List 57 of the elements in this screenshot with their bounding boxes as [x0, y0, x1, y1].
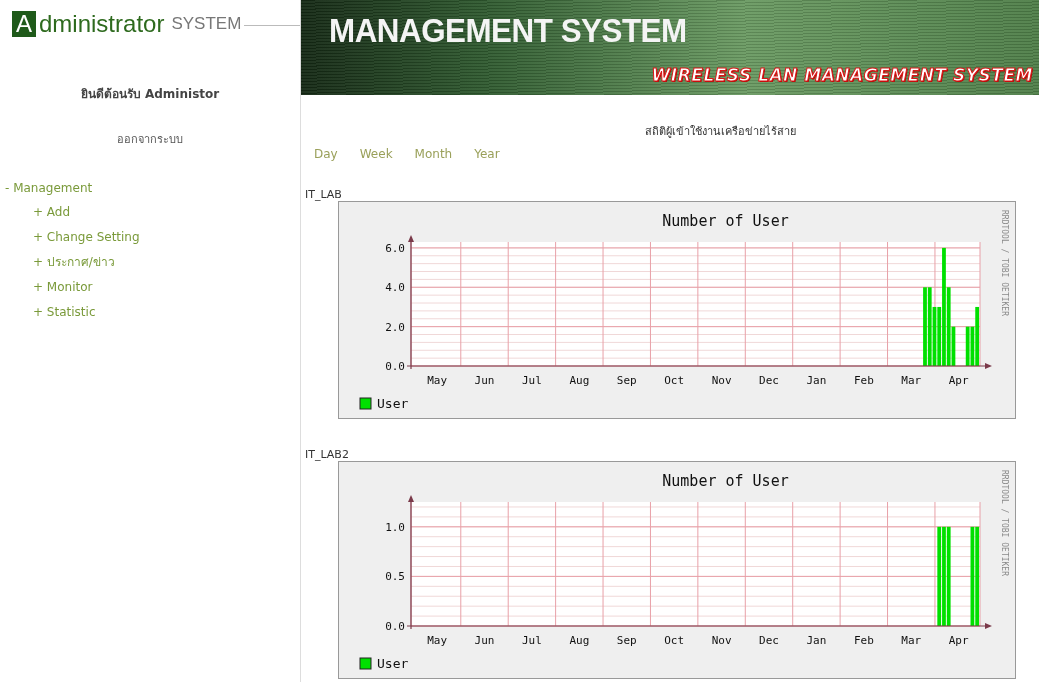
- x-tick-label: Aug: [569, 634, 590, 647]
- y-tick-label: 4.0: [385, 281, 405, 295]
- x-tick-label: Nov: [711, 374, 732, 387]
- period-link[interactable]: Day: [314, 147, 338, 161]
- x-tick-label: Mar: [901, 374, 922, 387]
- x-tick-label: Dec: [759, 634, 779, 647]
- x-tick-label: Aug: [569, 374, 590, 387]
- y-tick-label: 0.0: [385, 620, 405, 633]
- graph-label: IT_LAB2: [305, 449, 350, 461]
- legend-label: User: [377, 656, 409, 671]
- y-tick-label: 6.0: [385, 241, 405, 255]
- x-tick-label: Sep: [616, 374, 637, 387]
- x-tick-label: Jul: [521, 374, 542, 387]
- y-tick-label: 0.0: [385, 360, 405, 373]
- x-tick-label: Jan: [806, 634, 827, 647]
- logout-link[interactable]: ออกจากระบบ: [0, 130, 300, 148]
- x-tick-label: Jul: [521, 634, 542, 647]
- x-tick-label: Jun: [474, 374, 495, 387]
- x-tick-label: Jan: [806, 374, 827, 387]
- x-tick-label: Apr: [948, 634, 969, 647]
- x-tick-label: Sep: [616, 634, 637, 647]
- banner-title: MANAGEMENT SYSTEM: [329, 12, 687, 50]
- x-tick-label: Oct: [664, 374, 685, 387]
- menu-item[interactable]: - Management: [5, 179, 93, 197]
- x-tick-label: Oct: [664, 634, 685, 647]
- credit-text: RRDTOOL / TOBI OETIKER: [1000, 210, 1009, 316]
- graph-label: IT_LAB: [305, 189, 343, 201]
- banner-subtitle: WIRELESS LAN MANAGEMENT SYSTEM: [651, 65, 1033, 85]
- legend-label: User: [377, 396, 409, 411]
- y-tick-label: 0.5: [385, 570, 405, 584]
- submenu-item[interactable]: + Monitor: [33, 278, 93, 296]
- x-tick-label: May: [427, 634, 447, 647]
- period-link[interactable]: Year: [474, 147, 500, 161]
- chart-title: Number of User: [662, 472, 789, 490]
- x-tick-label: Jun: [474, 634, 495, 647]
- page-title: สถิติผู้เข้าใช้งานเครือข่ายไร้สาย: [643, 124, 797, 140]
- x-tick-label: Feb: [853, 374, 874, 387]
- logo-text: dministrator: [39, 11, 165, 37]
- x-tick-label: May: [427, 374, 447, 387]
- x-tick-label: Mar: [901, 634, 922, 647]
- submenu-item[interactable]: + Change Setting: [33, 228, 140, 246]
- period-link[interactable]: Week: [359, 147, 393, 161]
- logo-subtitle: SYSTEM: [171, 14, 242, 34]
- logo-letter: A: [12, 11, 36, 37]
- welcome-text: ยินดีต้อนรับ Administor: [79, 86, 221, 103]
- submenu-item[interactable]: + Statistic: [33, 303, 96, 321]
- x-tick-label: Dec: [759, 374, 779, 387]
- submenu-item[interactable]: + Add: [33, 203, 71, 221]
- y-tick-label: 1.0: [385, 520, 405, 534]
- submenu-item[interactable]: + ประกาศ/ข่าว: [33, 253, 115, 271]
- credit-text: RRDTOOL / TOBI OETIKER: [1000, 470, 1009, 576]
- x-tick-label: Nov: [711, 634, 732, 647]
- x-tick-label: Apr: [948, 374, 969, 387]
- y-tick-label: 2.0: [385, 320, 405, 334]
- x-tick-label: Feb: [853, 634, 874, 647]
- period-link[interactable]: Month: [414, 147, 453, 161]
- chart-title: Number of User: [662, 212, 789, 230]
